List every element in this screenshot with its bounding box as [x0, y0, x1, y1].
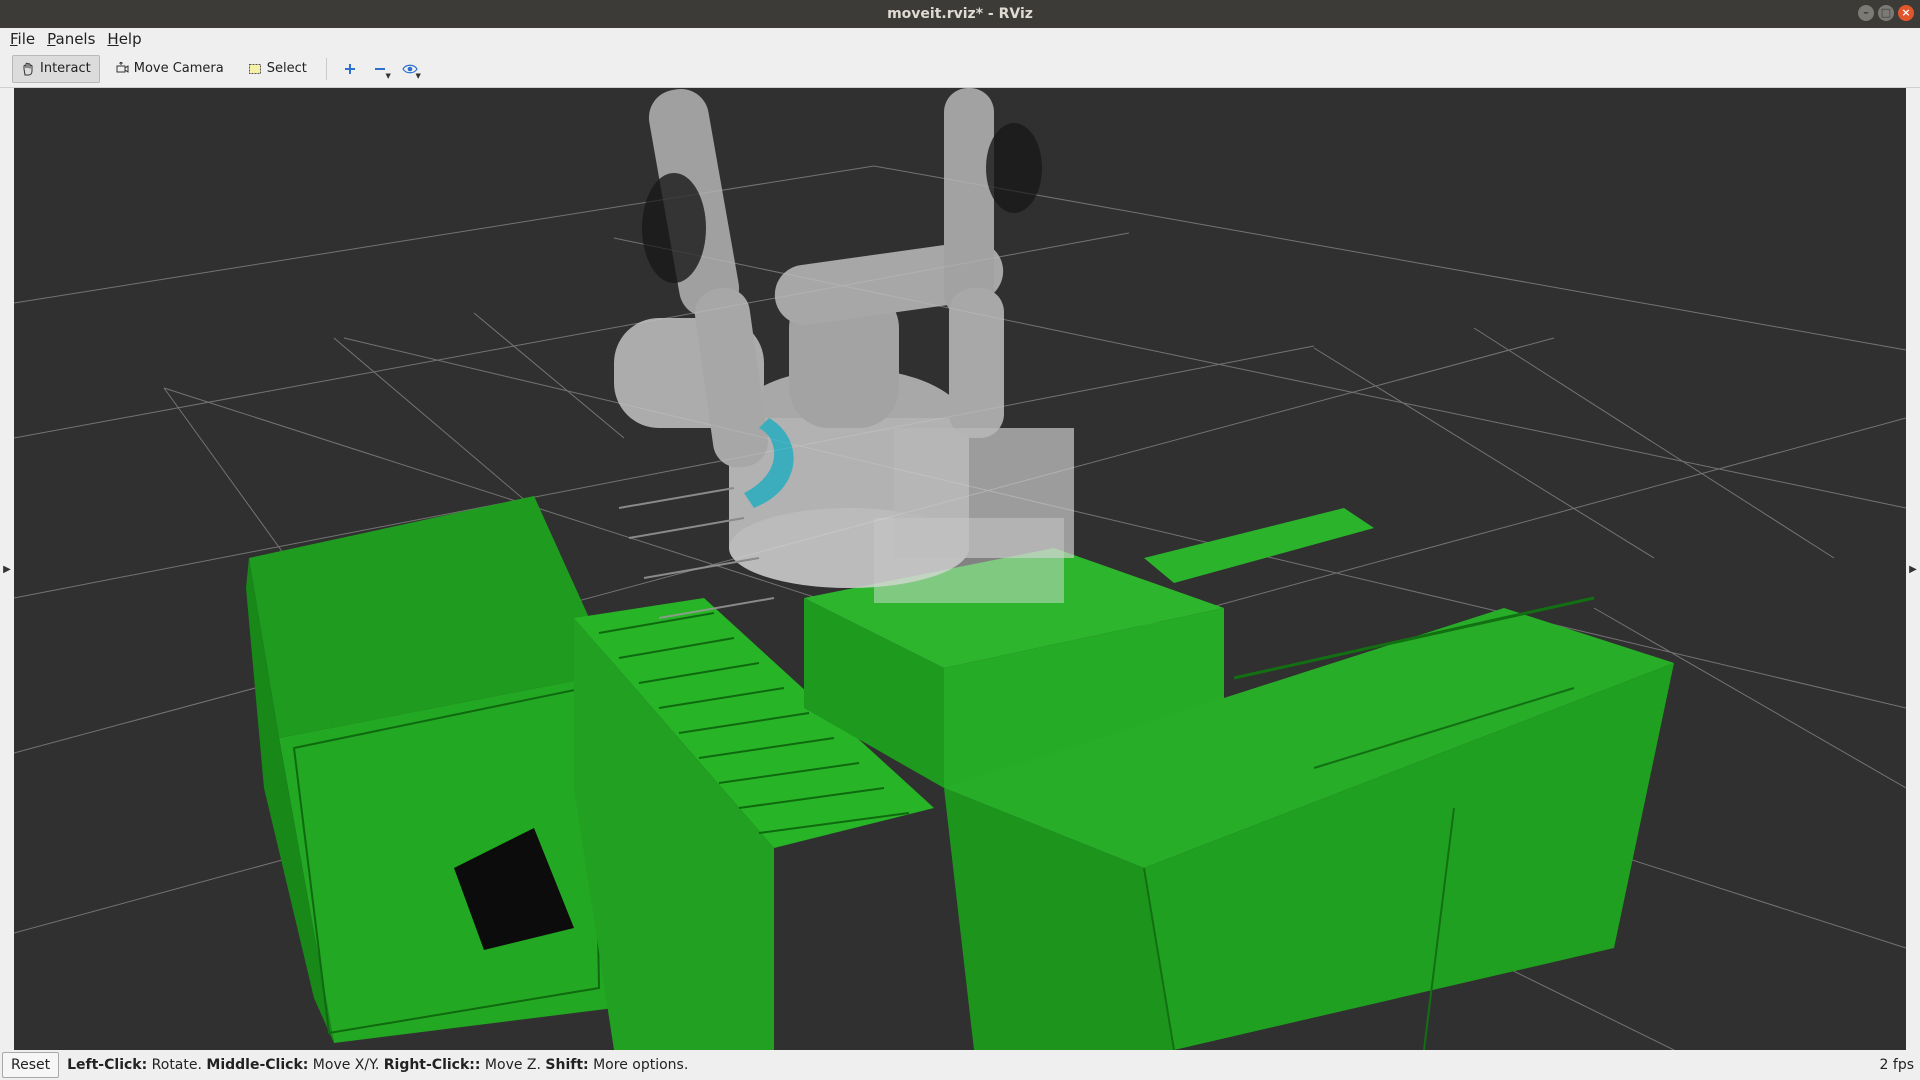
remove-tool-button[interactable]: ▼: [365, 55, 395, 83]
window-title: moveit.rviz* - RViz: [887, 6, 1033, 22]
chevron-down-icon: ▼: [415, 71, 421, 80]
render-panel: ▶ ▶: [0, 88, 1920, 1050]
select-tool-button[interactable]: Select: [239, 55, 316, 83]
menu-file[interactable]: File: [4, 30, 41, 48]
fps-counter: 2 fps: [1879, 1057, 1914, 1073]
maximize-icon[interactable]: □: [1878, 5, 1894, 21]
hint-key-right-click: Right-Click::: [383, 1057, 481, 1073]
3d-viewport[interactable]: [14, 88, 1906, 1050]
status-bar: Reset Left-Click: Rotate. Middle-Click: …: [0, 1050, 1920, 1080]
select-icon: [248, 63, 261, 74]
close-icon[interactable]: ×: [1898, 5, 1914, 21]
window-controls: – □ ×: [1858, 5, 1914, 21]
chevron-right-icon: ▶: [1909, 563, 1917, 575]
menu-help-mnemonic: H: [107, 30, 119, 48]
robot-model: [614, 88, 1074, 619]
toolbar-separator: [325, 57, 327, 80]
menu-file-label: ile: [17, 30, 36, 48]
select-tool-label: Select: [266, 61, 307, 76]
move-camera-icon: [116, 61, 129, 73]
menu-help-label: elp: [118, 30, 142, 48]
right-dock-collapse-handle[interactable]: ▶: [1906, 88, 1920, 1050]
left-dock-collapse-handle[interactable]: ▶: [0, 88, 14, 1050]
menu-panels-label: anels: [55, 30, 96, 48]
tools-toolbar: Interact Move Camera Select ▼ ▼: [0, 50, 1920, 88]
menu-help[interactable]: Help: [101, 30, 147, 48]
plus-icon: [344, 63, 355, 74]
interact-tool-label: Interact: [40, 61, 91, 76]
chevron-right-icon: ▶: [3, 563, 11, 575]
hint-action-rotate: Rotate.: [147, 1057, 207, 1073]
mouse-hint-text: Left-Click: Rotate. Middle-Click: Move X…: [67, 1057, 688, 1073]
scene-render: [14, 88, 1906, 1050]
chevron-down-icon: ▼: [385, 71, 391, 80]
move-camera-tool-label: Move Camera: [133, 61, 224, 76]
menu-panels[interactable]: Panels: [41, 30, 101, 48]
title-bar: moveit.rviz* - RViz – □ ×: [0, 0, 1920, 28]
reset-button[interactable]: Reset: [2, 1052, 60, 1078]
workcell-left-cabinet: [246, 496, 614, 1043]
menu-panels-mnemonic: P: [47, 30, 56, 48]
menu-bar: File Panels Help: [0, 28, 1920, 50]
view-tool-button[interactable]: ▼: [395, 55, 425, 83]
interact-tool-button[interactable]: Interact: [12, 54, 100, 83]
hint-action-move-z: Move Z.: [480, 1057, 546, 1073]
hint-key-shift: Shift:: [545, 1057, 589, 1073]
hand-icon: [23, 62, 33, 75]
hint-action-move-xy: Move X/Y.: [308, 1057, 384, 1073]
menu-file-mnemonic: F: [10, 30, 18, 48]
add-tool-button[interactable]: [335, 55, 365, 83]
hint-action-more-options: More options.: [588, 1057, 689, 1073]
hint-key-left-click: Left-Click:: [67, 1057, 148, 1073]
move-camera-tool-button[interactable]: Move Camera: [106, 55, 233, 83]
minimize-icon[interactable]: –: [1858, 5, 1874, 21]
hint-key-middle-click: Middle-Click:: [206, 1057, 309, 1073]
